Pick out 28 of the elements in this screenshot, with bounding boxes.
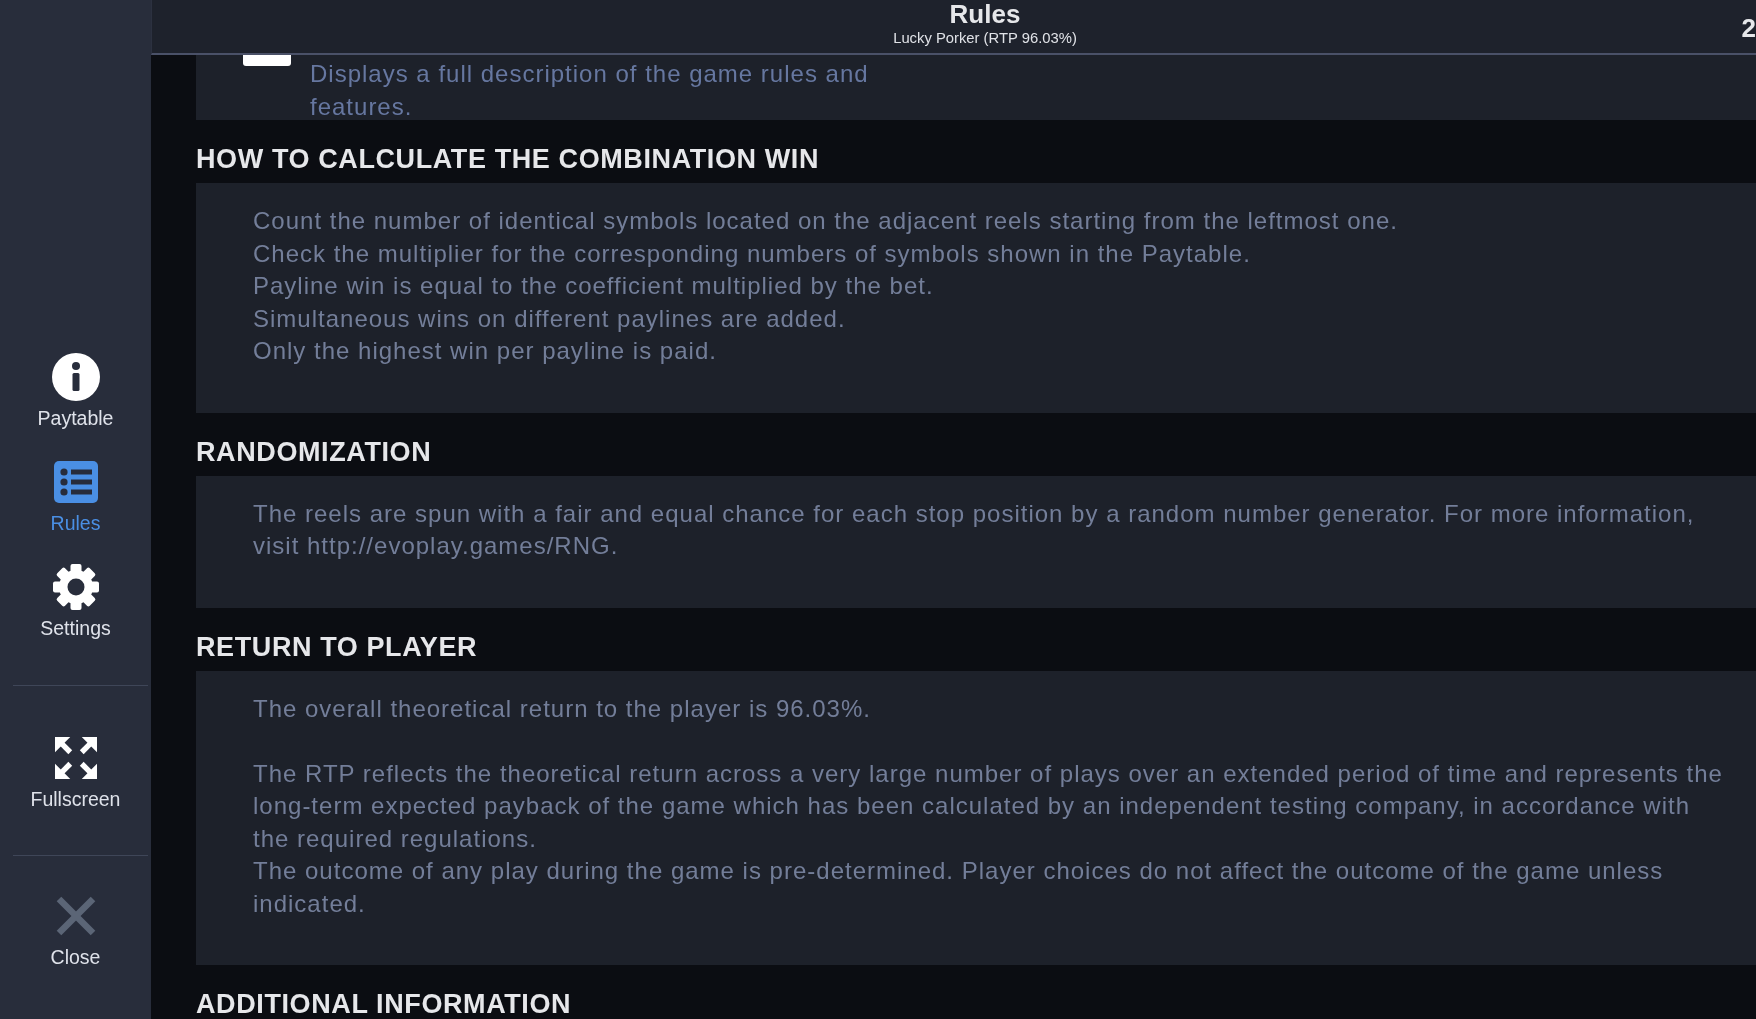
game-subtitle: Lucky Porker (RTP 96.03%) bbox=[893, 30, 1077, 47]
sidebar-item[interactable]: Settings bbox=[0, 553, 151, 649]
sidebar-item[interactable]: Rules bbox=[0, 448, 151, 544]
rule-text: The reels are spun with a fair and equal chance for each stop position by a random number generator. For more information, visit http://evoplay.games/RNG. bbox=[253, 498, 1696, 561]
rule-text: Payline win is equal to the coefficient multiplied by the bet. bbox=[253, 271, 935, 301]
sidebar-item[interactable]: Fullscreen bbox=[0, 724, 151, 820]
info-icon bbox=[51, 353, 100, 401]
rule-text: The outcome of any play during the game is pre-determined. Player choices do not affect the outcome of the game unless indicated. bbox=[253, 856, 1665, 919]
corner-text: 2 bbox=[1741, 13, 1756, 43]
section-heading: RANDOMIZATION bbox=[196, 435, 433, 469]
list-icon bbox=[53, 461, 98, 503]
expand-arrows-icon bbox=[54, 736, 97, 780]
rule-text: Check the multiplier for the corresponding numbers of symbols shown in the Paytable. bbox=[253, 238, 1252, 269]
rule-text: Count the number of identical symbols located on the adjacent reels starting from the leftmost one. bbox=[253, 206, 1399, 236]
close-icon bbox=[55, 896, 96, 936]
rule-text: Simultaneous wins on different paylines are added. bbox=[253, 303, 847, 334]
sidebar-item[interactable]: Paytable bbox=[0, 343, 151, 439]
rule-text: The RTP reflects the theoretical return across a very large number of plays over an extended period of time and represents the long-term expected payback of the game which has been calculated by an independent testing company, in accordance with the required regulations. bbox=[253, 758, 1724, 854]
intro-text: Displays a full description of the game rules and features. bbox=[310, 59, 870, 122]
rule-text: Only the highest win per payline is paid. bbox=[253, 336, 718, 366]
window-title: Rules bbox=[949, 0, 1021, 28]
section-heading: RETURN TO PLAYER bbox=[196, 630, 479, 664]
section-heading: HOW TO CALCULATE THE COMBINATION WIN bbox=[196, 143, 821, 176]
sidebar-item[interactable]: Close bbox=[0, 882, 151, 978]
partial-icon bbox=[243, 55, 291, 66]
settings-icon bbox=[51, 563, 100, 611]
section-heading: ADDITIONAL INFORMATION bbox=[196, 988, 573, 1019]
rule-text: The overall theoretical return to the player is 96.03%. bbox=[253, 693, 872, 724]
